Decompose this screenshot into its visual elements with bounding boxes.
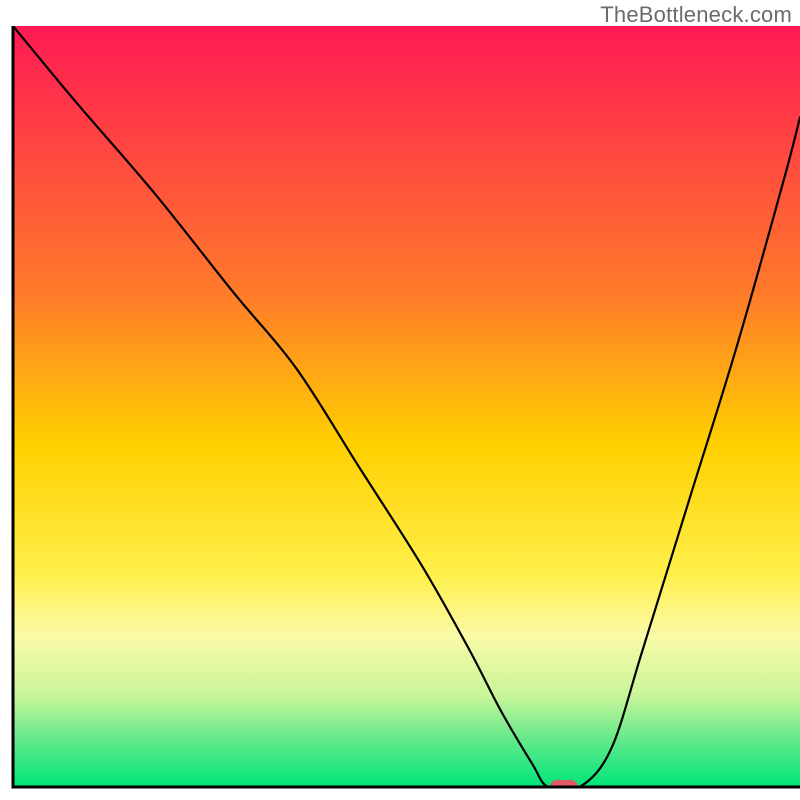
gradient-background [13,26,800,787]
bottleneck-chart [0,0,800,800]
watermark-text: TheBottleneck.com [600,2,792,28]
chart-container: TheBottleneck.com [0,0,800,800]
